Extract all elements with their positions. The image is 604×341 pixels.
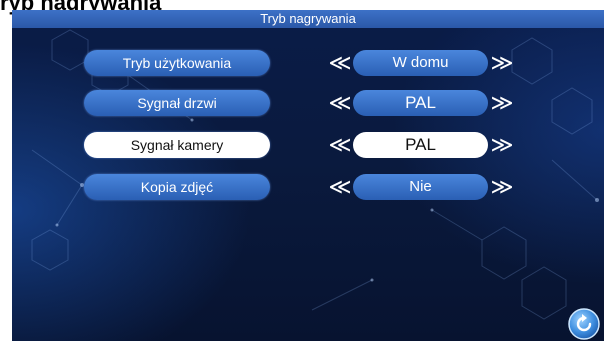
usage-mode-value: W domu: [353, 50, 488, 76]
camera-signal-value: PAL: [353, 132, 488, 158]
prev-door-signal-button[interactable]: ≪: [328, 91, 352, 115]
menu-item-photo-copy[interactable]: Kopia zdjęć: [84, 174, 270, 200]
next-door-signal-button[interactable]: ≫: [490, 91, 514, 115]
title-bar: Tryb nagrywania: [12, 10, 604, 28]
next-photo-copy-button[interactable]: ≫: [490, 175, 514, 199]
menu-item-door-signal[interactable]: Sygnał drzwi: [84, 90, 270, 116]
prev-photo-copy-button[interactable]: ≪: [328, 175, 352, 199]
next-usage-mode-button[interactable]: ≫: [490, 51, 514, 75]
prev-camera-signal-button[interactable]: ≪: [328, 133, 352, 157]
back-arrow-icon: [568, 308, 600, 340]
prev-usage-mode-button[interactable]: ≪: [328, 51, 352, 75]
back-button[interactable]: [568, 308, 600, 340]
recording-mode-screen: Tryb nagrywania Tryb użytkowania ≪ W dom…: [12, 10, 604, 341]
door-signal-value: PAL: [353, 90, 488, 116]
photo-copy-value: Nie: [353, 174, 488, 200]
next-camera-signal-button[interactable]: ≫: [490, 133, 514, 157]
menu-item-camera-signal[interactable]: Sygnał kamery: [84, 132, 270, 158]
menu-item-usage-mode[interactable]: Tryb użytkowania: [84, 50, 270, 76]
